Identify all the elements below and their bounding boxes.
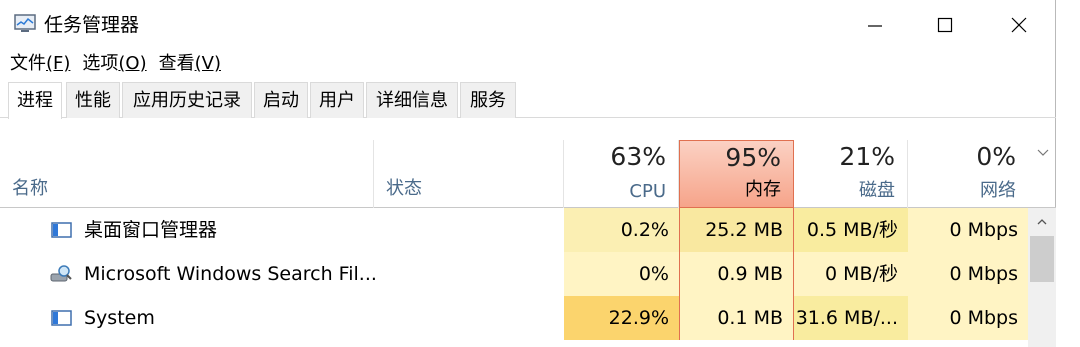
window-title: 任务管理器 bbox=[44, 14, 140, 36]
process-network: 0 Mbps bbox=[908, 296, 1028, 340]
close-button[interactable] bbox=[994, 0, 1044, 50]
tab-services[interactable]: 服务 bbox=[460, 82, 516, 118]
process-status bbox=[374, 252, 564, 296]
window-app-icon bbox=[50, 308, 74, 328]
process-disk: 0 MB/秒 bbox=[794, 252, 908, 296]
window-app-icon bbox=[50, 220, 74, 240]
column-memory-label: 内存 bbox=[745, 179, 781, 200]
process-memory: 0.1 MB bbox=[679, 296, 794, 340]
menu-view-label: 查看 bbox=[158, 53, 195, 74]
process-memory: 0.9 MB bbox=[679, 252, 794, 296]
process-disk: 31.6 MB/... bbox=[794, 296, 908, 340]
tab-startup[interactable]: 启动 bbox=[254, 82, 308, 118]
menu-file-accel: (F) bbox=[46, 53, 71, 74]
process-name: 桌面窗口管理器 bbox=[84, 219, 218, 241]
task-manager-window: 任务管理器 文件(F) 选项(O) 查看(V) 进程 性能 应用历史记录 启动 bbox=[0, 0, 1056, 347]
column-name-label: 名称 bbox=[12, 178, 48, 199]
column-header: 名称 状态 63% CPU 95% 内存 21% 磁盘 0% 网络 bbox=[0, 140, 1056, 208]
column-name[interactable]: 名称 bbox=[0, 140, 374, 208]
process-row[interactable]: System 22.9% 0.1 MB 31.6 MB/... 0 Mbps bbox=[0, 296, 1028, 340]
process-status bbox=[374, 296, 564, 340]
process-cpu: 0.2% bbox=[564, 208, 679, 252]
window-margin bbox=[1056, 0, 1080, 347]
process-cpu: 22.9% bbox=[564, 296, 679, 340]
process-disk: 0.5 MB/秒 bbox=[794, 208, 908, 252]
cpu-total-percent: 63% bbox=[610, 142, 666, 171]
menu-options[interactable]: 选项(O) bbox=[72, 50, 146, 78]
minimize-button[interactable] bbox=[850, 0, 900, 50]
tab-details[interactable]: 详细信息 bbox=[366, 82, 458, 118]
tab-app-history[interactable]: 应用历史记录 bbox=[122, 82, 252, 118]
column-status-label: 状态 bbox=[386, 178, 422, 199]
vertical-scrollbar[interactable] bbox=[1028, 208, 1056, 347]
process-name: System bbox=[84, 307, 155, 329]
menu-view-accel: (V) bbox=[194, 53, 221, 74]
tab-performance[interactable]: 性能 bbox=[66, 82, 120, 118]
column-cpu[interactable]: 63% CPU bbox=[564, 140, 679, 208]
close-icon bbox=[1011, 17, 1027, 33]
menu-file[interactable]: 文件(F) bbox=[0, 50, 70, 78]
process-row[interactable]: Microsoft Windows Search Fil... 0% 0.9 M… bbox=[0, 252, 1028, 296]
menu-view[interactable]: 查看(V) bbox=[149, 50, 221, 78]
column-status[interactable]: 状态 bbox=[374, 140, 564, 208]
disk-total-percent: 21% bbox=[839, 142, 895, 171]
column-network[interactable]: 0% 网络 bbox=[908, 140, 1028, 208]
column-cpu-label: CPU bbox=[629, 181, 666, 202]
tab-processes[interactable]: 进程 bbox=[8, 82, 62, 119]
process-network: 0 Mbps bbox=[908, 208, 1028, 252]
scroll-thumb[interactable] bbox=[1030, 236, 1054, 282]
process-network: 0 Mbps bbox=[908, 252, 1028, 296]
tab-bar: 进程 性能 应用历史记录 启动 用户 详细信息 服务 bbox=[0, 82, 1056, 119]
process-row[interactable]: 桌面窗口管理器 0.2% 25.2 MB 0.5 MB/秒 0 Mbps bbox=[0, 208, 1028, 252]
menu-file-label: 文件 bbox=[10, 53, 46, 74]
column-disk-label: 磁盘 bbox=[859, 180, 895, 201]
chevron-up-icon bbox=[1037, 219, 1047, 225]
scroll-up-button[interactable] bbox=[1028, 208, 1056, 236]
process-cpu: 0% bbox=[564, 252, 679, 296]
menu-options-label: 选项 bbox=[82, 53, 119, 74]
network-total-percent: 0% bbox=[976, 142, 1016, 171]
menu-options-accel: (O) bbox=[118, 53, 147, 74]
chevron-down-icon[interactable] bbox=[1036, 144, 1050, 158]
tab-users[interactable]: 用户 bbox=[310, 82, 364, 118]
process-status bbox=[374, 208, 564, 252]
maximize-button[interactable] bbox=[920, 0, 970, 50]
column-memory[interactable]: 95% 内存 bbox=[679, 140, 794, 208]
memory-total-percent: 95% bbox=[725, 143, 781, 172]
process-name: Microsoft Windows Search Fil... bbox=[84, 263, 377, 285]
task-manager-app-icon bbox=[14, 14, 38, 34]
menu-bar: 文件(F) 选项(O) 查看(V) bbox=[0, 50, 223, 78]
process-memory: 25.2 MB bbox=[679, 208, 794, 252]
title-bar: 任务管理器 bbox=[0, 0, 1056, 50]
column-network-label: 网络 bbox=[980, 180, 1016, 201]
minimize-icon bbox=[868, 25, 882, 27]
maximize-icon bbox=[937, 17, 953, 33]
column-disk[interactable]: 21% 磁盘 bbox=[794, 140, 908, 208]
search-indexer-icon bbox=[50, 264, 74, 284]
